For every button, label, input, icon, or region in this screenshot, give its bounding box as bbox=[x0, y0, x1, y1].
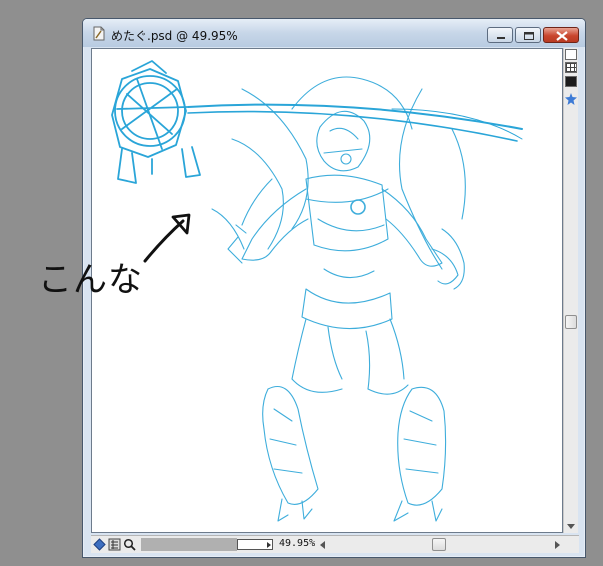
document-window[interactable]: めたぐ.psd @ 49.95% 49.95% bbox=[82, 18, 586, 558]
minimize-icon bbox=[497, 37, 505, 39]
close-button[interactable] bbox=[543, 27, 579, 43]
navigator-icon[interactable] bbox=[93, 538, 106, 551]
palette-swatch-1[interactable] bbox=[565, 49, 577, 60]
scroll-left-icon[interactable] bbox=[320, 541, 325, 549]
close-icon bbox=[556, 31, 568, 41]
status-info-area bbox=[141, 538, 237, 551]
status-field[interactable] bbox=[237, 539, 273, 550]
hand-tool-icon[interactable] bbox=[108, 538, 121, 551]
magnifier-icon[interactable] bbox=[123, 538, 136, 551]
title-bar[interactable]: めたぐ.psd @ 49.95% bbox=[83, 19, 585, 47]
hammer-head-sketch bbox=[111, 60, 201, 184]
maximize-button[interactable] bbox=[515, 27, 541, 43]
horizontal-scroll-thumb[interactable] bbox=[432, 538, 446, 551]
maximize-icon bbox=[524, 32, 534, 40]
vertical-scroll-thumb[interactable] bbox=[565, 315, 577, 329]
character-sketch bbox=[211, 76, 466, 522]
palette-fill-icon[interactable] bbox=[565, 76, 577, 87]
document-canvas[interactable] bbox=[91, 48, 563, 533]
minimize-button[interactable] bbox=[487, 27, 513, 43]
scroll-right-icon[interactable] bbox=[555, 541, 560, 549]
vertical-scrollbar[interactable] bbox=[563, 48, 578, 533]
annotation-text: こんな bbox=[38, 260, 143, 300]
window-title: めたぐ.psd @ 49.95% bbox=[111, 29, 238, 43]
document-icon bbox=[93, 26, 105, 41]
status-bar: 49.95% bbox=[91, 535, 579, 553]
zoom-level[interactable]: 49.95% bbox=[279, 538, 315, 549]
palette-grid-icon[interactable] bbox=[565, 62, 577, 73]
annotation-arrow-icon bbox=[143, 213, 191, 263]
scroll-down-icon[interactable] bbox=[567, 524, 575, 529]
sketch-drawing bbox=[111, 60, 523, 522]
star-icon[interactable] bbox=[565, 90, 577, 105]
